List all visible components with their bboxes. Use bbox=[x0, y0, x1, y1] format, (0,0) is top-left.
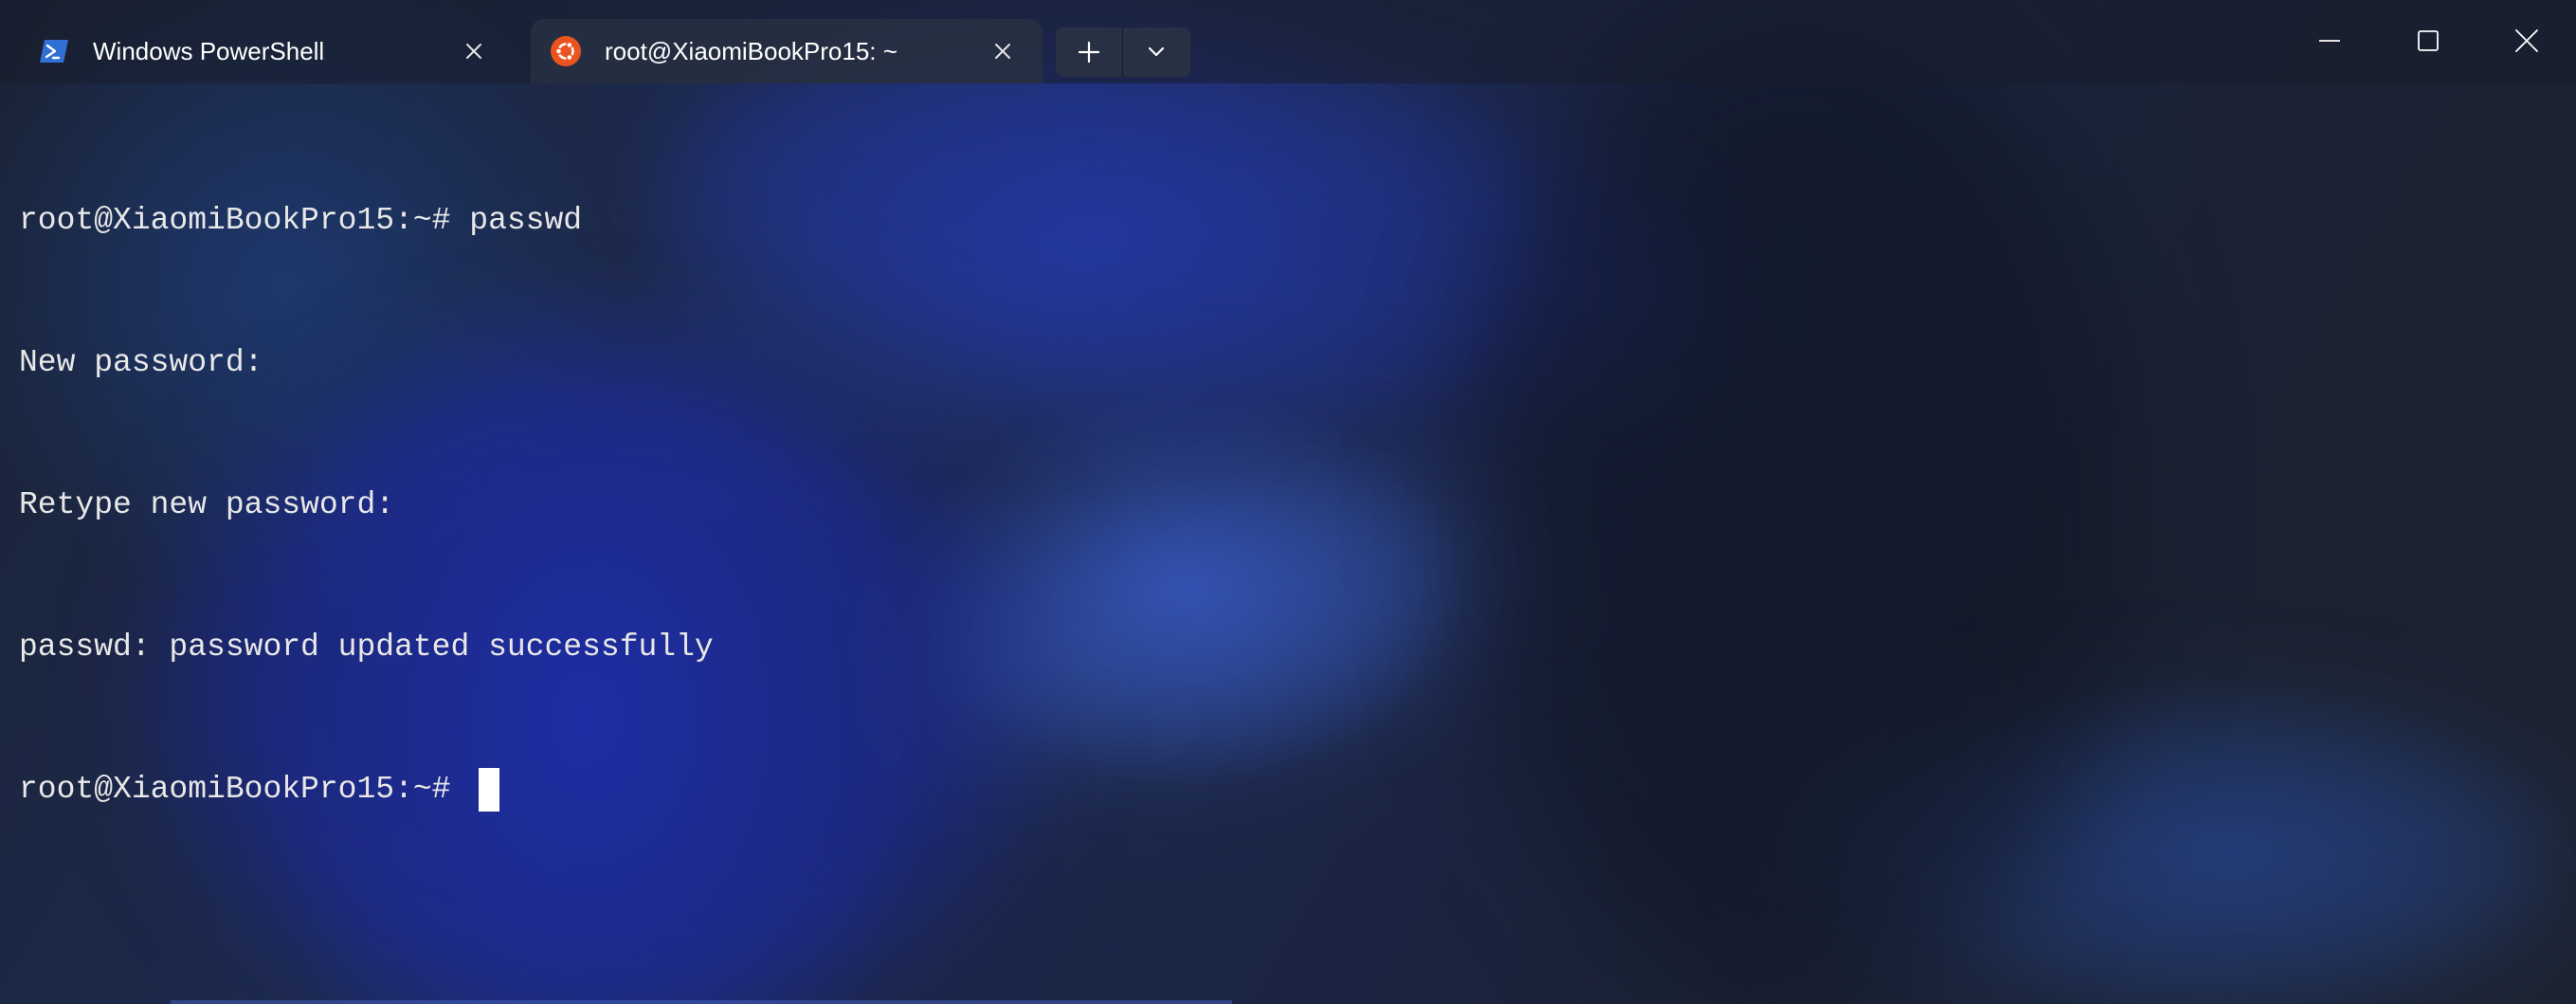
powershell-icon bbox=[38, 35, 70, 67]
terminal-line: root@XiaomiBookPro15:~# passwd bbox=[19, 203, 583, 238]
terminal-window: Windows PowerShell root@XiaomiBookPro15:… bbox=[0, 0, 2576, 1004]
terminal-prompt-line: root@XiaomiBookPro15:~# bbox=[19, 766, 2559, 813]
terminal-line: New password: bbox=[19, 345, 263, 380]
window-controls bbox=[2280, 0, 2576, 83]
minimize-icon bbox=[2319, 40, 2340, 42]
terminal-line: Retype new password: bbox=[19, 487, 395, 522]
new-tab-button[interactable] bbox=[1056, 27, 1122, 77]
terminal-line: passwd: password updated successfully bbox=[19, 630, 714, 665]
close-tab-icon[interactable] bbox=[455, 32, 493, 70]
maximize-icon bbox=[2418, 30, 2439, 51]
ubuntu-icon bbox=[550, 35, 582, 67]
text-cursor bbox=[479, 768, 500, 812]
chevron-down-icon bbox=[1148, 46, 1165, 57]
terminal-prompt: root@XiaomiBookPro15:~# bbox=[19, 772, 470, 807]
title-bar: Windows PowerShell root@XiaomiBookPro15:… bbox=[0, 0, 2576, 83]
tab-label: Windows PowerShell bbox=[93, 36, 325, 65]
new-tab-group bbox=[1056, 27, 1190, 77]
tab-windows-powershell[interactable]: Windows PowerShell bbox=[21, 19, 514, 83]
window-edge-glow bbox=[171, 1000, 1232, 1004]
minimize-button[interactable] bbox=[2280, 0, 2379, 83]
terminal-output[interactable]: root@XiaomiBookPro15:~# passwd New passw… bbox=[19, 102, 2559, 908]
close-icon bbox=[2515, 29, 2538, 52]
tab-label: root@XiaomiBookPro15: ~ bbox=[605, 36, 898, 65]
close-window-button[interactable] bbox=[2477, 0, 2576, 83]
tab-ubuntu[interactable]: root@XiaomiBookPro15: ~ bbox=[531, 19, 1043, 83]
close-tab-icon[interactable] bbox=[984, 32, 1022, 70]
maximize-button[interactable] bbox=[2379, 0, 2477, 83]
plus-icon bbox=[1078, 41, 1100, 64]
profile-dropdown-button[interactable] bbox=[1123, 27, 1189, 77]
